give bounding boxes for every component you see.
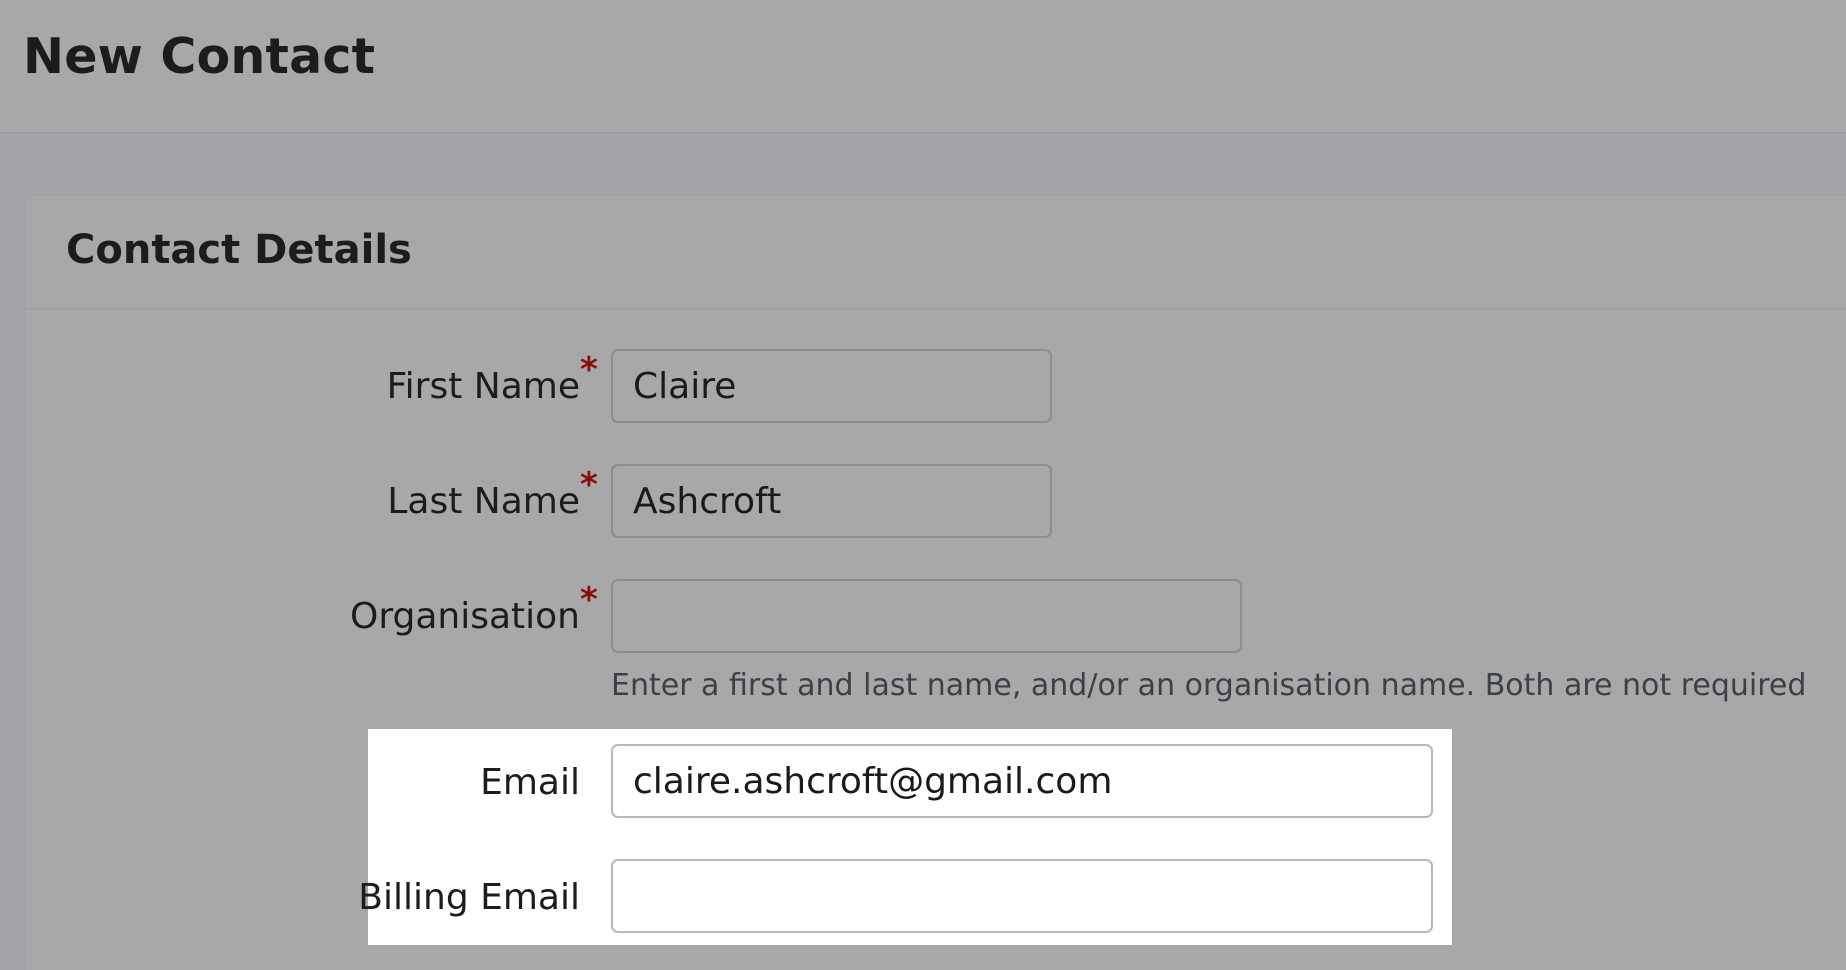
panel-title: Contact Details (66, 227, 412, 273)
first-name-required-mark: * (580, 350, 598, 390)
first-name-label: First Name (386, 366, 580, 407)
organisation-required-mark: * (580, 580, 598, 620)
email-label: Email (480, 762, 580, 803)
page-header: New Contact (0, 0, 1846, 134)
panel-header: Contact Details (25, 196, 1846, 310)
page-title: New Contact (23, 28, 376, 85)
billing-email-label: Billing Email (358, 877, 580, 918)
billing-email-input[interactable] (611, 859, 1433, 933)
email-input[interactable] (611, 744, 1433, 818)
last-name-input[interactable] (611, 464, 1052, 538)
new-contact-page: New Contact Contact Details First Name *… (0, 0, 1846, 970)
organisation-input[interactable] (611, 579, 1242, 653)
last-name-required-mark: * (580, 465, 598, 505)
organisation-label: Organisation (349, 596, 580, 637)
name-hint-text: Enter a first and last name, and/or an o… (611, 668, 1807, 703)
first-name-input[interactable] (611, 349, 1052, 423)
last-name-label: Last Name (387, 481, 580, 522)
